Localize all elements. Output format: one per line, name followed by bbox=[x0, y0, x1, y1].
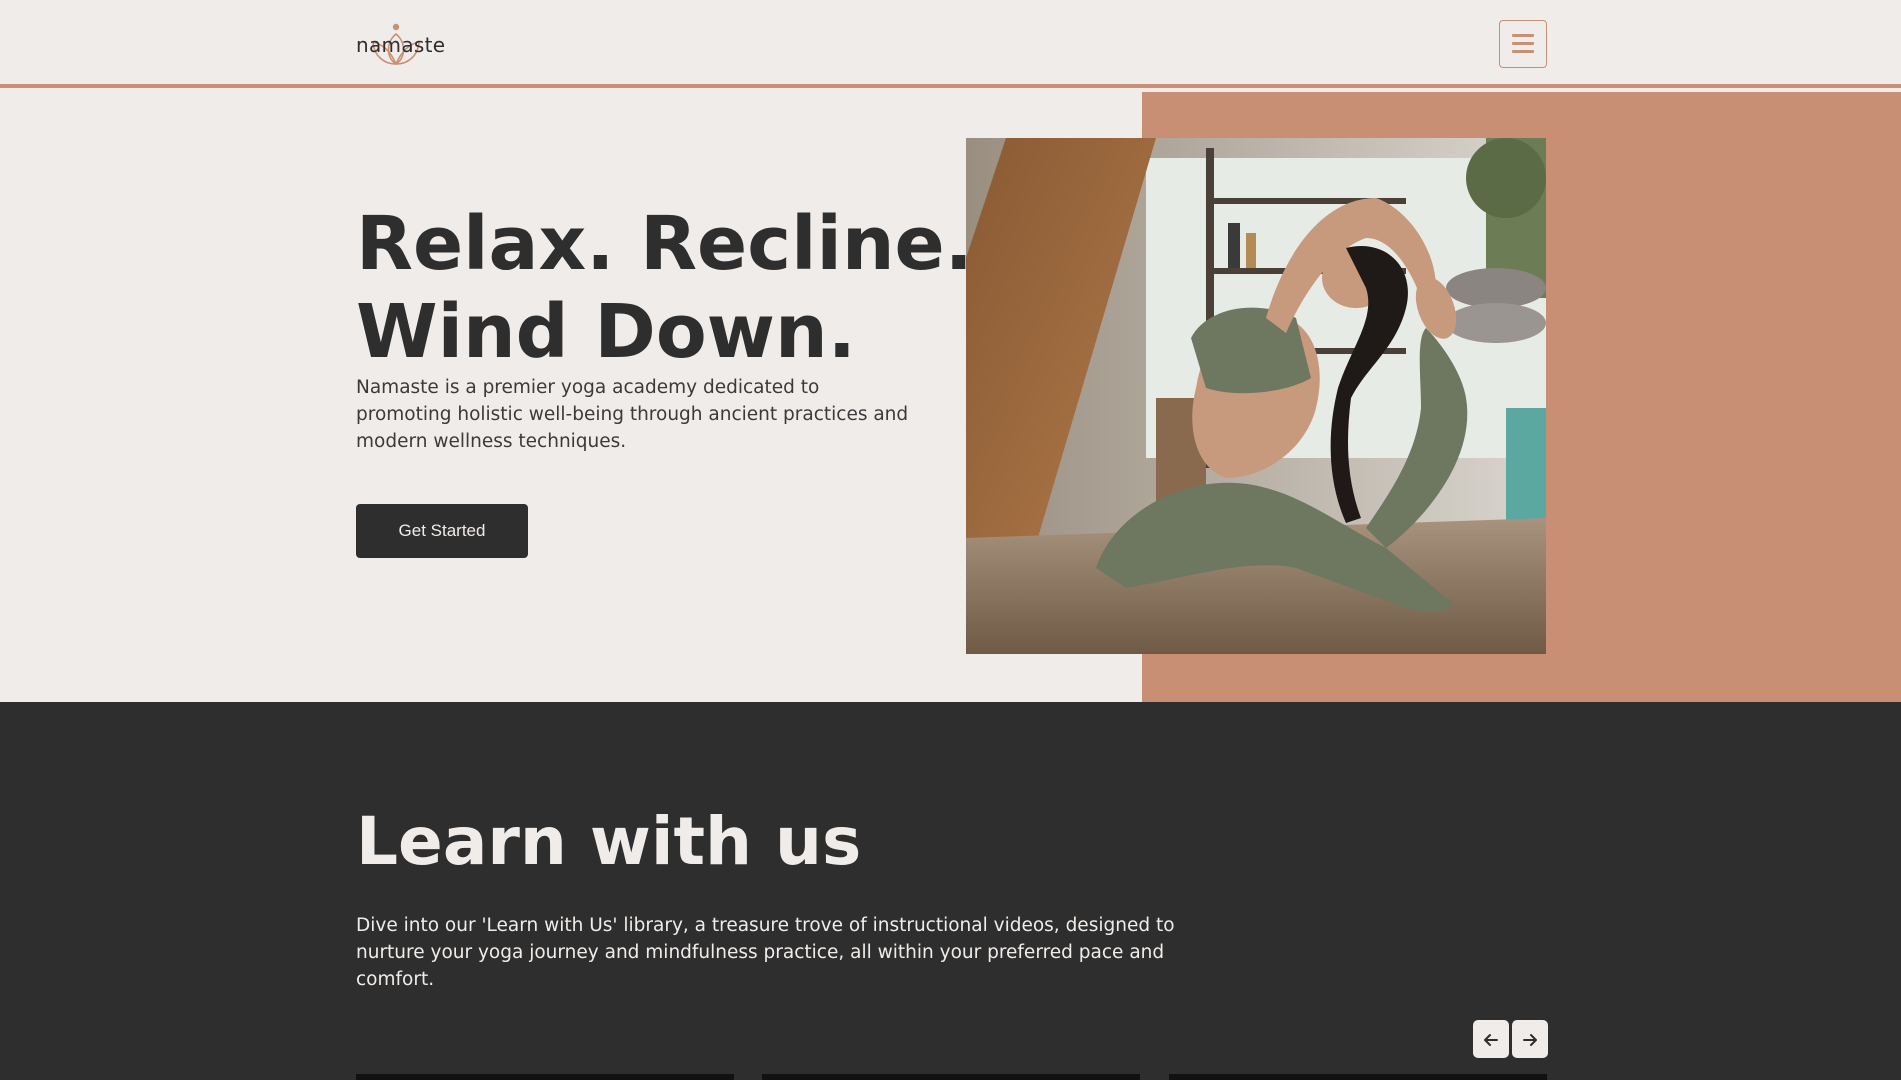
arrow-right-icon bbox=[1523, 1034, 1537, 1047]
hero-description: Namaste is a premier yoga academy dedica… bbox=[356, 377, 909, 452]
learn-description: Dive into our 'Learn with Us' library, a… bbox=[356, 915, 1175, 990]
yoga-photo-illustration bbox=[966, 138, 1546, 654]
arrow-left-icon bbox=[1484, 1034, 1498, 1047]
hero-title-line-2: Wind Down. bbox=[356, 289, 856, 375]
logo-link[interactable]: namaste bbox=[356, 20, 446, 68]
carousel-prev-button[interactable] bbox=[1473, 1020, 1509, 1058]
get-started-button[interactable]: Get Started bbox=[356, 504, 528, 558]
hero-title-line-1: Relax. Recline. bbox=[356, 201, 973, 287]
learn-title: Learn with us bbox=[356, 803, 862, 880]
site-header: namaste bbox=[0, 0, 1901, 88]
video-card[interactable] bbox=[356, 1074, 734, 1080]
hero-title: Relax. Recline. Wind Down. bbox=[356, 200, 1016, 376]
menu-button[interactable] bbox=[1499, 20, 1547, 68]
hero-section: Relax. Recline. Wind Down. Namaste is a … bbox=[0, 92, 1901, 702]
logo-text: namaste bbox=[356, 33, 446, 57]
learn-section: Learn with us Dive into our 'Learn with … bbox=[0, 702, 1901, 1080]
hero-photo bbox=[966, 138, 1546, 654]
carousel-next-button[interactable] bbox=[1512, 1020, 1548, 1058]
video-card[interactable] bbox=[1169, 1074, 1547, 1080]
video-card[interactable] bbox=[762, 1074, 1140, 1080]
